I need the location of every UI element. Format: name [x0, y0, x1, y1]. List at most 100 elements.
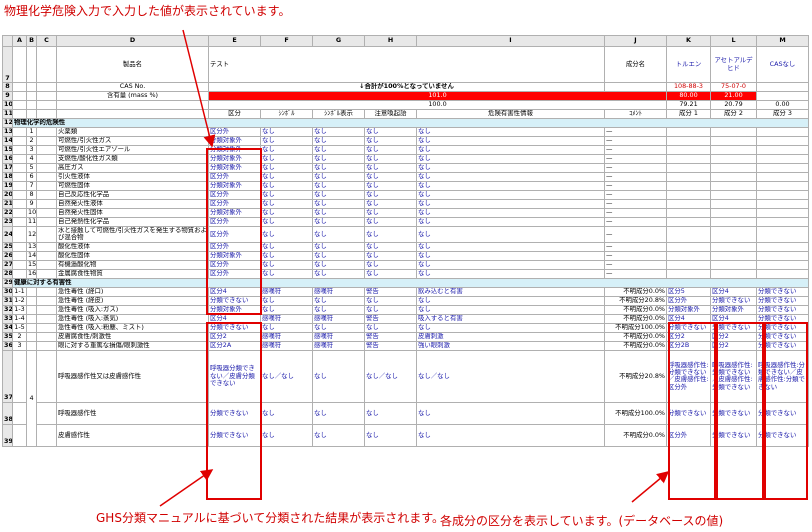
- health-symbol-display[interactable]: なし: [312, 304, 365, 315]
- physchem-symbol[interactable]: なし: [260, 163, 313, 173]
- health-hazard-info[interactable]: なし: [416, 304, 605, 315]
- component-1-name[interactable]: トルエン: [666, 46, 711, 83]
- physchem-category[interactable]: 区分外: [208, 190, 261, 200]
- physchem-category[interactable]: 区分外: [208, 217, 261, 227]
- col-header-m[interactable]: M: [756, 35, 809, 47]
- physchem-signal-word[interactable]: なし: [364, 190, 417, 200]
- physchem-symbol[interactable]: なし: [260, 172, 313, 182]
- health-symbol[interactable]: なし: [260, 304, 313, 315]
- physchem-category[interactable]: 区分外: [208, 226, 261, 243]
- physchem-symbol[interactable]: なし: [260, 154, 313, 164]
- resp-skin-symd[interactable]: なし: [312, 349, 365, 403]
- cas-1[interactable]: 108-88-3: [666, 82, 711, 92]
- physchem-category[interactable]: 区分外: [208, 127, 261, 137]
- health-symbol[interactable]: なし: [260, 322, 313, 333]
- health-symbol-display[interactable]: なし: [312, 295, 365, 306]
- content-3[interactable]: [756, 91, 809, 101]
- health-symbol[interactable]: 感嘆符: [260, 286, 313, 297]
- health-hazard-info[interactable]: なし: [416, 295, 605, 306]
- physchem-signal-word[interactable]: なし: [364, 127, 417, 137]
- physchem-hazard-info[interactable]: なし: [416, 217, 605, 227]
- physchem-signal-word[interactable]: なし: [364, 268, 417, 279]
- resp-sym[interactable]: なし: [260, 401, 313, 425]
- col-header-l[interactable]: L: [710, 35, 757, 47]
- resp-skin-haz[interactable]: なし／なし: [416, 349, 605, 403]
- physchem-signal-word[interactable]: なし: [364, 172, 417, 182]
- col-header-g[interactable]: G: [312, 35, 365, 47]
- health-signal-word[interactable]: 警告: [364, 340, 417, 351]
- skin-symd[interactable]: なし: [312, 423, 365, 447]
- health-signal-word[interactable]: なし: [364, 304, 417, 315]
- content-2[interactable]: 21.00: [710, 91, 757, 101]
- physchem-signal-word[interactable]: なし: [364, 250, 417, 261]
- resp-cat[interactable]: 分類できない: [208, 401, 261, 425]
- physchem-hazard-info[interactable]: なし: [416, 241, 605, 252]
- physchem-symbol-display[interactable]: なし: [312, 268, 365, 279]
- component-2-name[interactable]: アセトアルデヒド: [710, 46, 757, 83]
- physchem-hazard-info[interactable]: なし: [416, 208, 605, 218]
- col-header-f[interactable]: F: [260, 35, 313, 47]
- physchem-symbol-display[interactable]: なし: [312, 199, 365, 209]
- health-category[interactable]: 区分4: [208, 286, 261, 297]
- physchem-signal-word[interactable]: なし: [364, 181, 417, 191]
- physchem-symbol[interactable]: なし: [260, 181, 313, 191]
- physchem-category[interactable]: 分類対象外: [208, 145, 261, 155]
- health-symbol-display[interactable]: 感嘆符: [312, 331, 365, 342]
- resp-sig[interactable]: なし: [364, 401, 417, 425]
- health-signal-word[interactable]: なし: [364, 295, 417, 306]
- physchem-symbol[interactable]: なし: [260, 250, 313, 261]
- physchem-signal-word[interactable]: なし: [364, 145, 417, 155]
- physchem-symbol[interactable]: なし: [260, 268, 313, 279]
- physchem-hazard-info[interactable]: なし: [416, 250, 605, 261]
- resp-haz[interactable]: なし: [416, 401, 605, 425]
- physchem-hazard-info[interactable]: なし: [416, 163, 605, 173]
- physchem-category[interactable]: 分類対象外: [208, 250, 261, 261]
- health-signal-word[interactable]: 警告: [364, 331, 417, 342]
- physchem-hazard-info[interactable]: なし: [416, 226, 605, 243]
- physchem-symbol-display[interactable]: なし: [312, 190, 365, 200]
- physchem-symbol-display[interactable]: なし: [312, 241, 365, 252]
- physchem-hazard-info[interactable]: なし: [416, 199, 605, 209]
- product-name-cell[interactable]: テスト: [208, 46, 605, 83]
- skin-cat[interactable]: 分類できない: [208, 423, 261, 447]
- physchem-symbol[interactable]: なし: [260, 226, 313, 243]
- health-hazard-info[interactable]: なし: [416, 322, 605, 333]
- health-signal-word[interactable]: 警告: [364, 313, 417, 324]
- physchem-symbol-display[interactable]: なし: [312, 208, 365, 218]
- health-symbol[interactable]: 感嘆符: [260, 313, 313, 324]
- physchem-hazard-info[interactable]: なし: [416, 172, 605, 182]
- health-category[interactable]: 分類できない: [208, 295, 261, 306]
- physchem-category[interactable]: 分類対象外: [208, 163, 261, 173]
- health-signal-word[interactable]: なし: [364, 322, 417, 333]
- physchem-signal-word[interactable]: なし: [364, 226, 417, 243]
- health-symbol-display[interactable]: 感嘆符: [312, 313, 365, 324]
- physchem-symbol-display[interactable]: なし: [312, 136, 365, 146]
- health-hazard-info[interactable]: 飲み込むと有害: [416, 286, 605, 297]
- physchem-hazard-info[interactable]: なし: [416, 190, 605, 200]
- health-symbol-display[interactable]: 感嘆符: [312, 340, 365, 351]
- col-header-i[interactable]: I: [416, 35, 605, 47]
- physchem-signal-word[interactable]: なし: [364, 208, 417, 218]
- physchem-hazard-info[interactable]: なし: [416, 136, 605, 146]
- health-category[interactable]: 区分2A: [208, 340, 261, 351]
- physchem-signal-word[interactable]: なし: [364, 154, 417, 164]
- cas-2[interactable]: 75-07-0: [710, 82, 757, 92]
- health-hazard-info[interactable]: 強い眼刺激: [416, 340, 605, 351]
- health-hazard-info[interactable]: 皮膚刺激: [416, 331, 605, 342]
- resp-skin-sym[interactable]: なし／なし: [260, 349, 313, 403]
- physchem-signal-word[interactable]: なし: [364, 217, 417, 227]
- physchem-category[interactable]: 区分外: [208, 268, 261, 279]
- physchem-symbol-display[interactable]: なし: [312, 181, 365, 191]
- physchem-hazard-info[interactable]: なし: [416, 181, 605, 191]
- physchem-symbol-display[interactable]: なし: [312, 154, 365, 164]
- physchem-symbol-display[interactable]: なし: [312, 163, 365, 173]
- physchem-symbol-display[interactable]: なし: [312, 127, 365, 137]
- physchem-signal-word[interactable]: なし: [364, 136, 417, 146]
- col-header-j[interactable]: J: [604, 35, 667, 47]
- physchem-hazard-info[interactable]: なし: [416, 127, 605, 137]
- col-header-h[interactable]: H: [364, 35, 417, 47]
- col-header-e[interactable]: E: [208, 35, 261, 47]
- physchem-category[interactable]: 区分外: [208, 172, 261, 182]
- physchem-category[interactable]: 分類対象外: [208, 154, 261, 164]
- physchem-symbol[interactable]: なし: [260, 127, 313, 137]
